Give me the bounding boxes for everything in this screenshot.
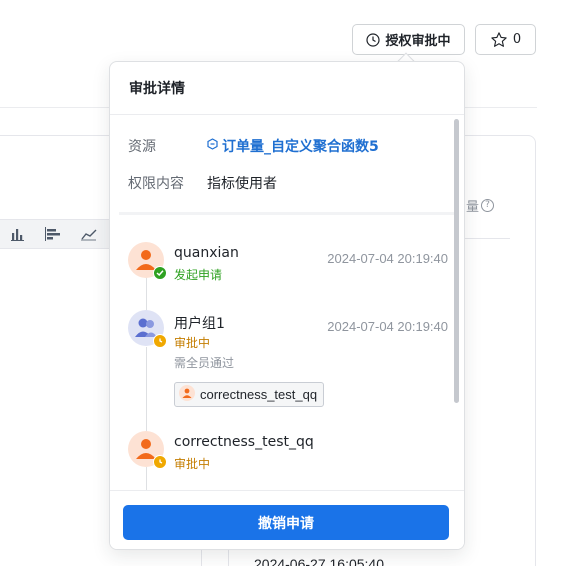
- permission-value: 指标使用者: [207, 176, 277, 192]
- permission-row: 权限内容 指标使用者: [128, 173, 277, 193]
- clock-icon: [153, 334, 167, 348]
- resource-link[interactable]: 订单量_自定义聚合函数5: [207, 136, 379, 156]
- resource-label: 资源: [128, 139, 156, 155]
- bar-chart-icon[interactable]: [11, 226, 29, 242]
- approval-status-label: 授权审批中: [385, 34, 451, 49]
- status-text: 发起申请: [174, 268, 223, 282]
- timestamp: 2024-07-04 20:19:40: [327, 319, 448, 334]
- group-avatar: [128, 310, 167, 348]
- check-icon: [153, 266, 167, 280]
- timestamp: 2024-07-04 20:19:40: [327, 251, 448, 266]
- section-separator: [119, 212, 457, 215]
- permission-label: 权限内容: [128, 176, 184, 192]
- timeline-connector: [146, 347, 147, 433]
- timeline-connector: [146, 275, 147, 311]
- resource-value: 订单量_自定义聚合函数5: [222, 139, 379, 155]
- user-avatar: [128, 431, 167, 469]
- star-icon: [490, 31, 508, 49]
- metric-hexagon-icon: [207, 138, 218, 154]
- status-text: 审批中: [174, 457, 211, 471]
- approver-name: 用户组1: [174, 316, 225, 332]
- resource-row: 资源 订单量_自定义聚合函数5: [128, 136, 379, 156]
- approval-rule-note: 需全员通过: [174, 356, 235, 370]
- approver-name: correctness_test_qq: [174, 434, 314, 450]
- favorite-button[interactable]: 0: [475, 24, 536, 55]
- member-name: correctness_test_qq: [200, 387, 318, 402]
- popover-footer: 撤销申请: [110, 490, 464, 549]
- approval-details-popover: 审批详情 资源 订单量_自定义聚合函数5 权限内容 指标使用者 quanxian…: [109, 61, 465, 550]
- member-chip[interactable]: correctness_test_qq: [174, 382, 325, 407]
- metric-label: 量: [466, 200, 480, 215]
- clock-icon: [366, 32, 381, 47]
- status-text: 审批中: [174, 336, 211, 350]
- line-chart-icon[interactable]: [81, 226, 99, 242]
- cancel-request-button[interactable]: 撤销申请: [123, 505, 449, 540]
- member-avatar-icon: [179, 385, 195, 404]
- popover-title: 审批详情: [110, 62, 464, 115]
- approval-status-button[interactable]: 授权审批中: [352, 24, 465, 55]
- favorite-count: 0: [512, 32, 522, 47]
- user-avatar: [128, 242, 167, 280]
- scrollbar[interactable]: [454, 119, 459, 403]
- clock-icon: [153, 455, 167, 469]
- approver-name: quanxian: [174, 245, 239, 261]
- horizontal-bar-icon[interactable]: [45, 226, 63, 242]
- help-icon[interactable]: ?: [481, 199, 495, 212]
- metric-divider: [465, 238, 510, 239]
- record-date: 2024-06-27 16:05:40: [254, 556, 384, 566]
- metric-header: 量 ?: [466, 196, 495, 215]
